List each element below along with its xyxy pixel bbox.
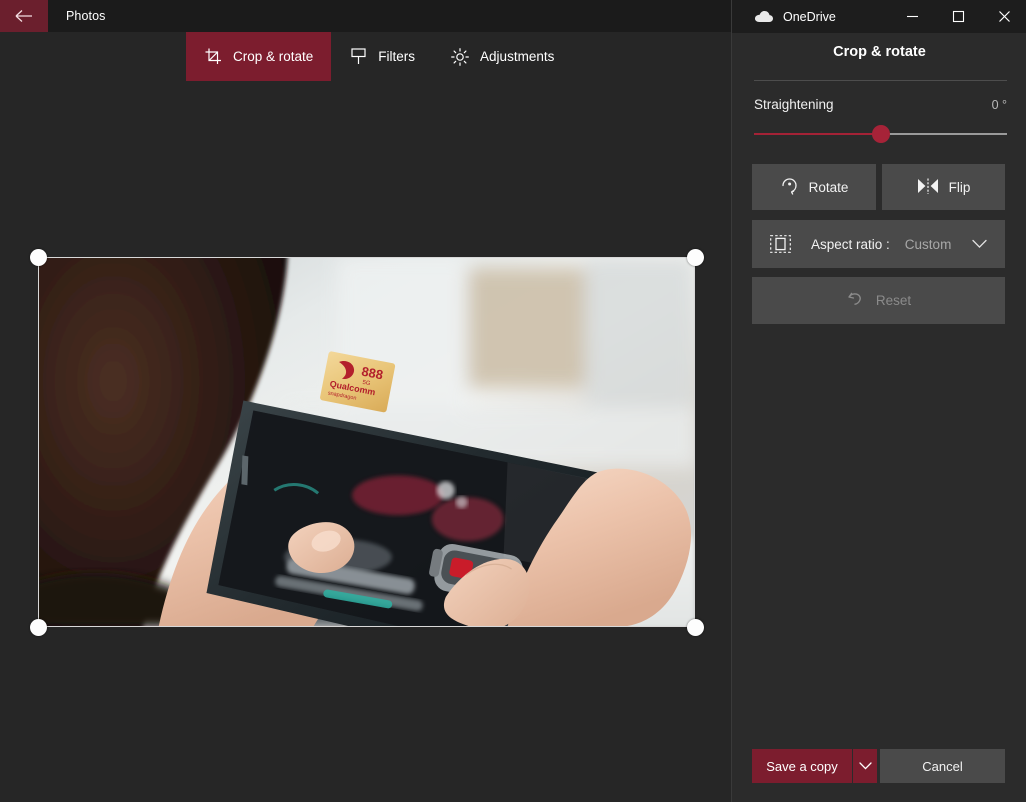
onedrive-title: OneDrive [783, 9, 836, 24]
window-controls [889, 0, 1026, 33]
tab-crop-and-rotate[interactable]: Crop & rotate [186, 32, 332, 81]
straightening-value: 0 ° [991, 98, 1007, 112]
rotate-button[interactable]: Rotate [752, 164, 876, 210]
panel-heading: Crop & rotate [833, 44, 926, 60]
photos-editor-window: Photos Crop & rotate Filters Adjustments… [0, 0, 1026, 802]
photos-editor-pane: Photos Crop & rotate Filters Adjustments… [0, 0, 731, 802]
flip-icon [917, 178, 939, 197]
save-a-copy-button[interactable]: Save a copy [752, 749, 852, 783]
crop-handle-top-left[interactable] [30, 249, 47, 266]
crop-handle-top-right[interactable] [687, 249, 704, 266]
onedrive-titlebar: OneDrive [732, 0, 1026, 33]
crop-icon [204, 48, 222, 66]
panel-divider [754, 80, 1007, 81]
straightening-label: Straightening [754, 97, 834, 112]
tab-adjustments[interactable]: Adjustments [433, 32, 572, 81]
edited-photo: 888 5G Qualcomm snapdragon [39, 258, 694, 626]
onedrive-side-panel: OneDrive Crop & rotate Straightening 0 ° [731, 0, 1026, 802]
aspect-ratio-value: Custom [904, 236, 952, 252]
reset-button[interactable]: Reset [752, 277, 1005, 324]
reset-button-label: Reset [875, 293, 912, 308]
minimize-icon [906, 15, 918, 18]
aspect-ratio-dropdown[interactable]: Aspect ratio : Custom [752, 220, 1005, 268]
crop-selection[interactable]: 888 5G Qualcomm snapdragon [38, 257, 695, 627]
editor-tabstrip: Crop & rotate Filters Adjustments [0, 32, 731, 95]
tab-crop-and-rotate-label: Crop & rotate [233, 49, 314, 64]
tab-filters[interactable]: Filters [331, 32, 433, 81]
close-icon [998, 11, 1010, 22]
straightening-row: Straightening 0 ° [754, 97, 1007, 112]
aspect-ratio-icon [770, 235, 791, 253]
reset-icon [846, 289, 866, 312]
close-button[interactable] [981, 0, 1026, 33]
crop-handle-bottom-right[interactable] [687, 619, 704, 636]
image-canvas[interactable]: 888 5G Qualcomm snapdragon [0, 81, 731, 802]
aspect-ratio-label: Aspect ratio : [811, 236, 890, 252]
slider-fill [754, 133, 881, 135]
filter-icon [349, 48, 367, 66]
back-button[interactable] [0, 0, 48, 32]
flip-button-label: Flip [948, 179, 971, 195]
tab-adjustments-label: Adjustments [480, 49, 555, 64]
chevron-down-icon [972, 237, 987, 252]
save-a-copy-label: Save a copy [766, 758, 838, 774]
cancel-button[interactable]: Cancel [880, 749, 1005, 783]
slider-thumb[interactable] [871, 125, 890, 143]
crop-handle-bottom-left[interactable] [30, 619, 47, 636]
maximize-button[interactable] [935, 0, 981, 33]
straightening-slider[interactable] [754, 125, 1007, 143]
tab-filters-label: Filters [378, 49, 416, 64]
chevron-down-icon [858, 757, 872, 775]
rotate-icon [780, 176, 799, 198]
back-arrow-icon [15, 10, 32, 22]
maximize-icon [952, 10, 964, 23]
cancel-label: Cancel [922, 758, 963, 774]
cloud-icon [754, 10, 773, 23]
minimize-button[interactable] [889, 0, 935, 33]
rotate-button-label: Rotate [808, 179, 849, 195]
brightness-icon [451, 47, 469, 66]
photos-app-title: Photos [66, 9, 106, 23]
flip-button[interactable]: Flip [882, 164, 1005, 210]
photos-titlebar: Photos [0, 0, 731, 32]
save-options-dropdown[interactable] [853, 749, 877, 783]
